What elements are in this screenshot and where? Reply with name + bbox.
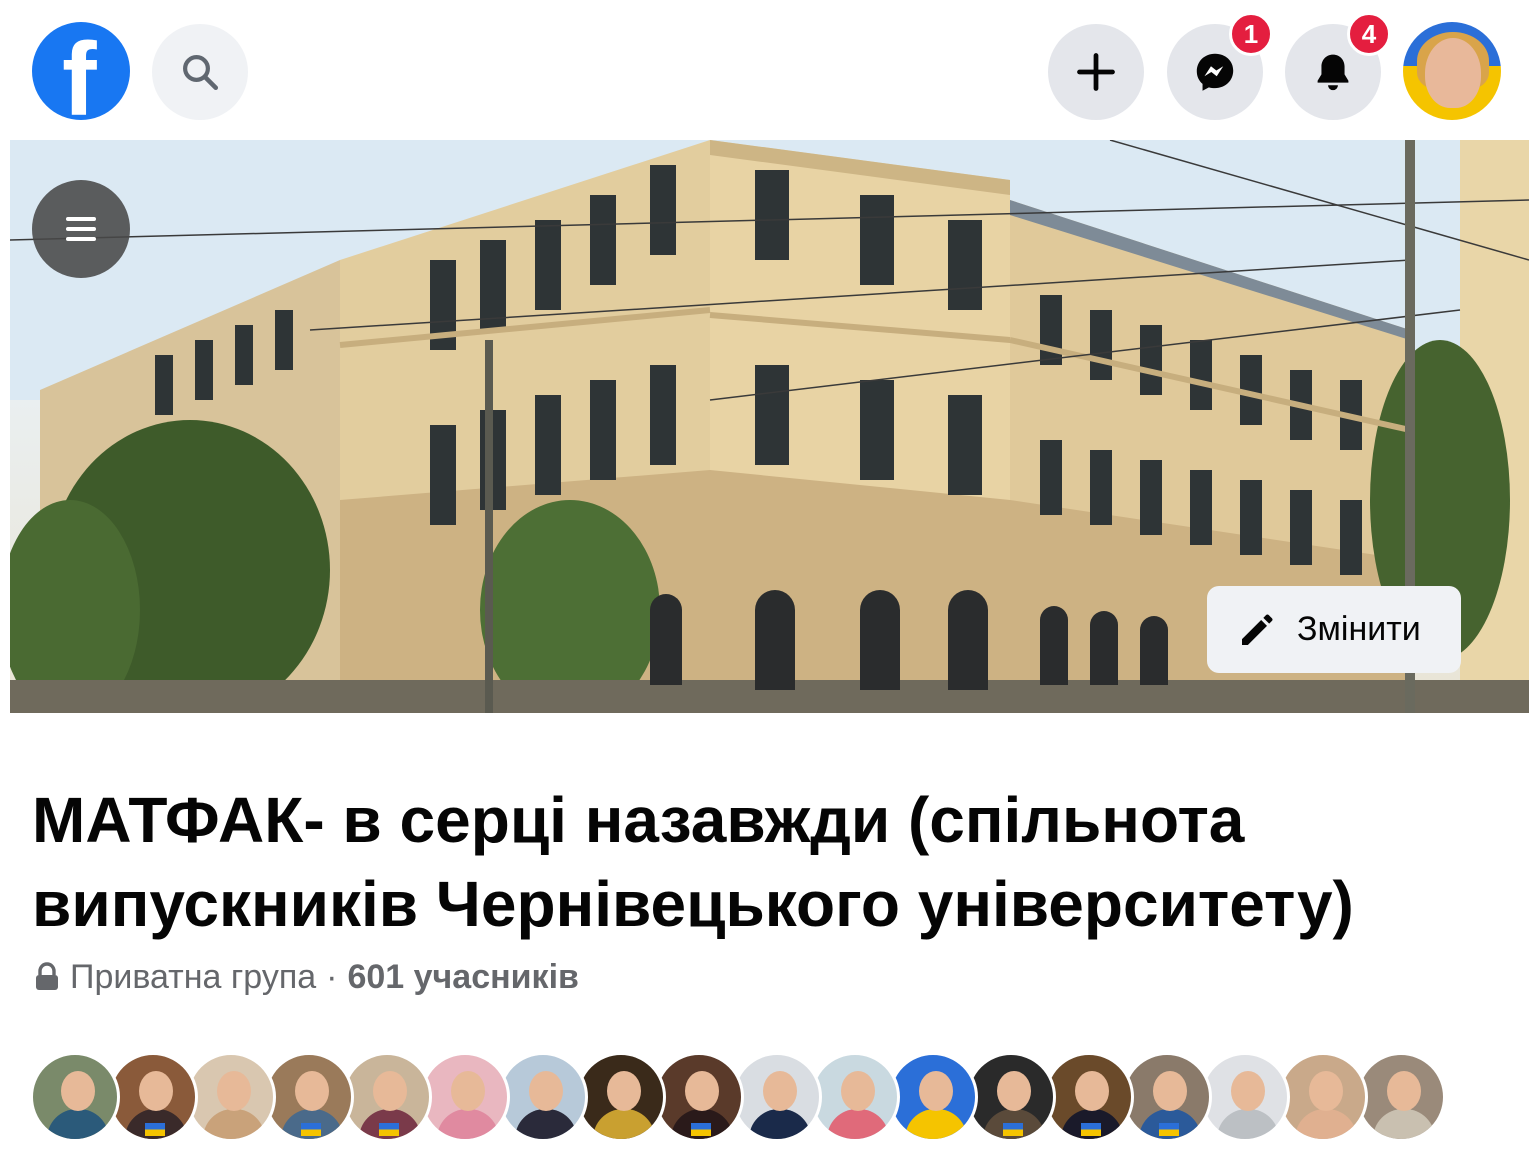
messenger-icon [1196,53,1234,91]
plus-icon [1077,53,1115,91]
ukraine-flag-icon [379,1123,399,1136]
top-navigation-bar: f 1 4 [0,0,1529,140]
avatar-head [1153,1071,1187,1111]
avatar-body [749,1109,811,1139]
avatar-body [1217,1109,1279,1139]
avatar-body [437,1109,499,1139]
avatar-head [1387,1071,1421,1111]
avatar-head [295,1071,329,1111]
member-avatar[interactable] [342,1052,432,1142]
ukraine-flag-icon [301,1123,321,1136]
group-title: МАТФАК- в серці назавжди (спільнота випу… [32,784,1354,940]
avatar-head [1309,1071,1343,1111]
avatar-head [841,1071,875,1111]
edit-cover-label: Змінити [1297,610,1421,648]
bell-icon [1317,54,1349,91]
pencil-icon [1242,614,1273,645]
members-count[interactable]: 601 учасників [347,958,578,997]
member-avatars-row [30,1052,1470,1144]
avatar-face [1425,38,1481,108]
avatar-head [61,1071,95,1111]
member-avatar[interactable] [108,1052,198,1142]
ukraine-flag-icon [1081,1123,1101,1136]
avatar-head [607,1071,641,1111]
member-avatar[interactable] [264,1052,354,1142]
member-avatar[interactable] [810,1052,900,1142]
avatar-head [373,1071,407,1111]
edit-cover-button[interactable]: Змінити [1207,586,1461,673]
member-avatar[interactable] [1200,1052,1290,1142]
avatar-head [1231,1071,1265,1111]
member-avatar[interactable] [1122,1052,1212,1142]
member-avatar[interactable] [186,1052,276,1142]
member-avatar[interactable] [966,1052,1056,1142]
avatar-head [529,1071,563,1111]
privacy-label[interactable]: Приватна група [70,958,316,997]
lock-icon [36,962,58,990]
meta-separator: · [326,957,338,996]
notifications-button[interactable]: 4 [1285,12,1391,120]
search-button[interactable] [152,24,248,120]
member-avatar[interactable] [732,1052,822,1142]
avatar-head [763,1071,797,1111]
member-avatar[interactable] [888,1052,978,1142]
hamburger-icon [66,217,96,241]
avatar-head [139,1071,173,1111]
avatar-body [593,1109,655,1139]
avatar-head [451,1071,485,1111]
ukraine-flag-icon [691,1123,711,1136]
group-meta: Приватна група · 601 учасників [34,955,579,999]
ukraine-flag-icon [1003,1123,1023,1136]
avatar-body [203,1109,265,1139]
member-avatar[interactable] [654,1052,744,1142]
avatar-head [997,1071,1031,1111]
member-avatar[interactable] [1278,1052,1368,1142]
member-avatar[interactable] [420,1052,510,1142]
member-avatar[interactable] [1356,1052,1446,1142]
menu-button[interactable] [32,180,130,278]
ukraine-flag-icon [1159,1123,1179,1136]
avatar-body [905,1109,967,1139]
member-avatar[interactable] [576,1052,666,1142]
messenger-button[interactable]: 1 [1167,12,1273,120]
avatar-head [1075,1071,1109,1111]
avatar-head [919,1071,953,1111]
create-button[interactable] [1048,24,1144,120]
search-icon [183,55,219,91]
avatar-body [1373,1109,1435,1139]
avatar-body [515,1109,577,1139]
member-avatar[interactable] [30,1052,120,1142]
member-avatar[interactable] [498,1052,588,1142]
messenger-badge: 1 [1229,12,1273,56]
avatar-body [47,1109,109,1139]
member-avatar[interactable] [1044,1052,1134,1142]
profile-avatar[interactable] [1403,22,1501,120]
logo-letter: f [62,22,97,120]
avatar-head [217,1071,251,1111]
facebook-logo[interactable]: f [32,22,130,120]
avatar-body [1295,1109,1357,1139]
ukraine-flag-icon [145,1123,165,1136]
notifications-badge: 4 [1347,12,1391,56]
avatar-body [827,1109,889,1139]
avatar-head [685,1071,719,1111]
